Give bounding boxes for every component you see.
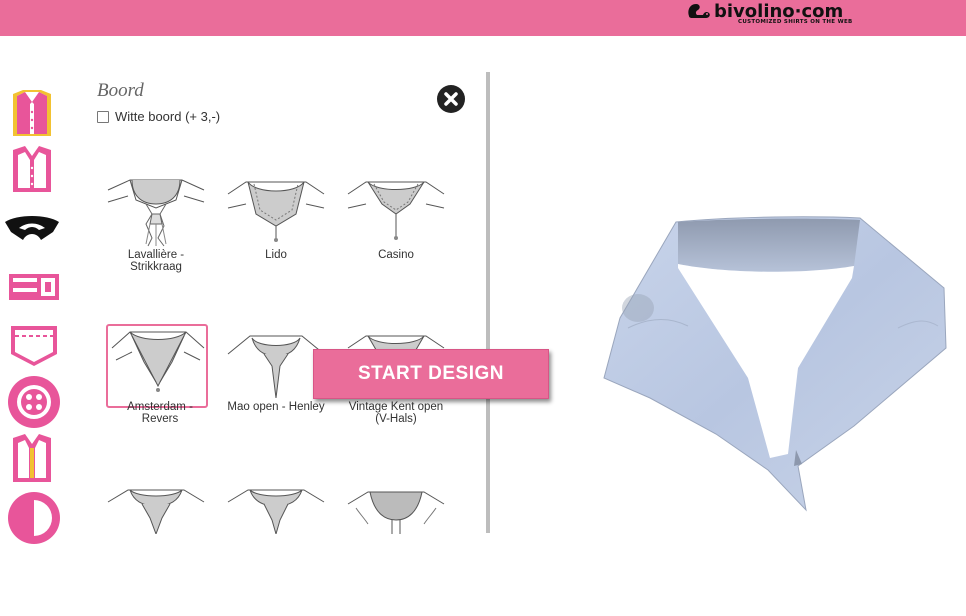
collar-option-lavalliere[interactable]: Lavallière - Strikkraag (104, 174, 208, 306)
collar-casino-icon (347, 181, 445, 240)
collar-option-lido[interactable]: Lido (224, 174, 328, 306)
panel-title: Boord (97, 80, 144, 101)
collar-option-icon (227, 489, 325, 534)
collar-preview (598, 208, 958, 518)
shirt-style-icon[interactable] (3, 88, 61, 140)
brand-tagline: CUSTOMIZED SHIRTS ON THE WEB (738, 19, 853, 25)
white-collar-option[interactable]: Witte boord (+ 3,-) (97, 109, 220, 124)
collar-option-7[interactable] (104, 484, 208, 616)
cuff-icon[interactable] (3, 264, 61, 316)
collar-option-label: Vintage Kent open (V-Hals) (348, 401, 444, 425)
panel-divider[interactable] (486, 72, 490, 533)
collar-mao-open-icon (227, 335, 325, 399)
collar-option-8[interactable] (224, 484, 328, 616)
start-design-label: START DESIGN (357, 363, 505, 384)
shirt-fit-icon[interactable] (3, 144, 61, 196)
collar-amsterdam-icon (111, 331, 205, 392)
white-collar-checkbox[interactable] (97, 110, 109, 123)
button-icon[interactable] (3, 376, 61, 428)
collar-option-label: Amsterdam - Revers (127, 401, 193, 425)
squirrel-logo-icon (688, 4, 710, 18)
collar-icon[interactable] (3, 206, 61, 258)
collar-lido-icon (227, 181, 325, 242)
collar-option-icon (107, 489, 205, 534)
pocket-icon[interactable] (3, 320, 61, 372)
shirt-placket-icon[interactable] (3, 432, 61, 484)
collar-option-label: Casino (378, 249, 414, 261)
contrast-icon[interactable] (3, 492, 61, 544)
collar-option-label: Lavallière - Strikkraag (127, 249, 185, 273)
white-collar-label: Witte boord (+ 3,-) (115, 109, 221, 124)
collar-option-amsterdam[interactable]: Amsterdam - Revers (106, 324, 212, 458)
close-panel-button[interactable] (437, 85, 465, 113)
collar-option-icon (347, 491, 445, 534)
start-design-button[interactable]: START DESIGN (313, 349, 549, 399)
collar-option-casino[interactable]: Casino (344, 174, 448, 306)
collar-option-9[interactable] (344, 484, 448, 616)
collar-3d-preview-image (603, 216, 947, 512)
top-header-bar: bivolino·com CUSTOMIZED SHIRTS ON THE WE… (0, 0, 966, 36)
collar-option-label: Lido (265, 249, 287, 261)
collar-lavalliere-icon (107, 179, 205, 247)
close-icon (444, 92, 458, 106)
collar-option-label: Mao open - Henley (227, 401, 325, 413)
